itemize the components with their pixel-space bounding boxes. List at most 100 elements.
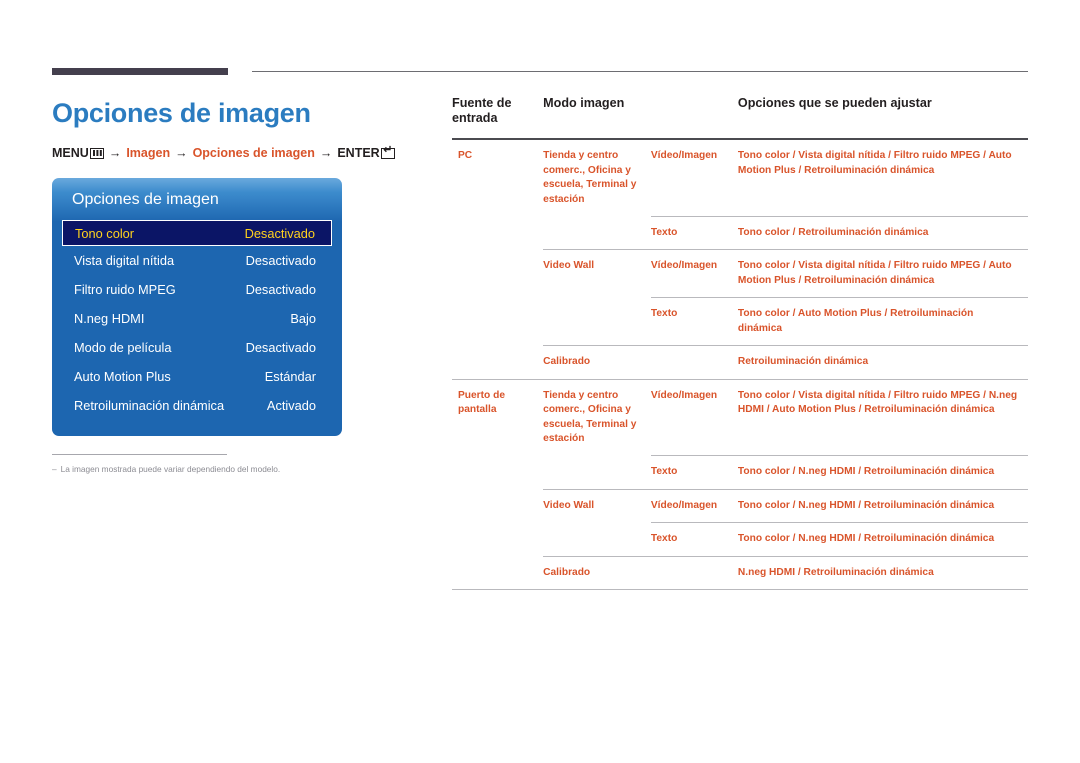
cell-input-source (452, 250, 543, 298)
cell-options: Tono color / Vista digital nítida / Filt… (737, 378, 1028, 456)
table-body: PC Tienda y centro comerc., Oficina y esc… (452, 139, 1028, 590)
cell-picture-mode: Video Wall (543, 488, 651, 523)
breadcrumb-step-imagen: Imagen (126, 146, 171, 160)
cell-options: Retroiluminación dinámica (737, 345, 1028, 379)
breadcrumb-arrow-3: → (319, 146, 333, 160)
osd-item-value: Desactivado (245, 253, 316, 268)
page-title: Opciones de imagen (52, 98, 311, 128)
cell-content-type: Vídeo/Imagen (650, 488, 738, 523)
adjustable-options-table: Fuente de entrada Modo imagen Opciones q… (452, 96, 1028, 590)
header-rule-thin (252, 71, 1028, 72)
table-row: Calibrado Retroiluminación dinámica (452, 345, 1028, 380)
osd-item-label: Filtro ruido MPEG (74, 282, 176, 297)
breadcrumb-arrow-2: → (175, 146, 188, 160)
table-row: Video Wall Vídeo/Imagen Tono color / N.neg… (452, 488, 1028, 523)
cell-content-type: Texto (650, 455, 738, 489)
cell-input-source (452, 556, 544, 590)
table-head: Fuente de entrada Modo imagen Opciones q… (452, 96, 1028, 139)
menu-bars-icon (89, 147, 104, 159)
cell-options: Tono color / Vista digital nítida / Filt… (737, 150, 1012, 176)
left-column: Opciones de imagen MENU → Imagen → Opcio… (52, 96, 402, 475)
enter-return-icon (380, 145, 395, 159)
breadcrumb-step-opciones: Opciones de imagen (192, 146, 315, 160)
footnote-text: La imagen mostrada puede variar dependie… (60, 464, 281, 474)
table-row: Video Wall Vídeo/Imagen Tono color / Vista… (452, 249, 1028, 298)
table-row: Calibrado N.neg HDMI / Retroiluminación d… (452, 555, 1028, 590)
cell-input-source (452, 216, 543, 250)
cell-picture-mode (543, 216, 651, 250)
cell-picture-mode: Tienda y centro comerc., Oficina y escue… (543, 150, 637, 205)
table-header-row: Fuente de entrada Modo imagen Opciones q… (452, 96, 1028, 139)
osd-item-label: Vista digital nítida (74, 253, 175, 268)
cell-content-type: Texto (650, 215, 738, 250)
cell-picture-mode (543, 456, 651, 490)
cell-picture-mode: Video Wall (543, 249, 651, 298)
column-header-picture-mode: Modo imagen (543, 96, 625, 110)
cell-input-source (452, 489, 543, 523)
breadcrumb-arrow-1: → (108, 146, 122, 160)
osd-item-value: Bajo (290, 311, 316, 326)
osd-row-list: Tono color Desactivado Vista digital nítid… (52, 220, 342, 420)
footnote-block: – La imagen mostrada puede variar depend… (52, 454, 280, 475)
cell-content-type: Texto (650, 522, 738, 556)
footnote-rule (52, 454, 227, 455)
osd-panel-title: Opciones de imagen (72, 191, 219, 208)
footnote: – La imagen mostrada puede variar depend… (52, 463, 280, 475)
osd-item-label: Retroiluminación dinámica (74, 398, 225, 413)
osd-item-5[interactable]: Auto Motion Plus Estándar (52, 362, 342, 391)
breadcrumb: MENU → Imagen → Opciones de imagen → ENT… (52, 145, 402, 160)
osd-item-4[interactable]: Modo de película Desactivado (52, 333, 342, 362)
osd-item-label: Auto Motion Plus (74, 369, 171, 384)
cell-input-source (452, 346, 543, 380)
header-rule-thick (52, 68, 228, 75)
cell-input-source: Puerto de pantalla (452, 378, 544, 456)
osd-item-label: Modo de película (74, 340, 172, 355)
table-row: Texto Tono color / Retroiluminación dinám… (452, 215, 1028, 250)
osd-item-value: Activado (266, 398, 316, 413)
cell-options: Tono color / Vista digital nítida / Filt… (737, 249, 1028, 298)
osd-item-3[interactable]: N.neg HDMI Bajo (52, 304, 342, 333)
table-row: Texto Tono color / N.neg HDMI / Retroilum… (452, 522, 1028, 557)
osd-item-value: Estándar (264, 369, 316, 384)
footnote-dash: – (52, 464, 57, 474)
column-header-options: Opciones que se pueden ajustar (737, 96, 932, 110)
osd-item-value: Desactivado (245, 282, 316, 297)
cell-options: Tono color / N.neg HDMI / Retroiluminaci… (737, 488, 1028, 523)
cell-picture-mode: Calibrado (543, 345, 651, 379)
column-header-input-source: Fuente de entrada (452, 96, 512, 125)
osd-item-value: Desactivado (244, 225, 315, 241)
cell-content-type: Vídeo/Imagen (650, 249, 738, 298)
breadcrumb-enter-label: ENTER (337, 146, 380, 160)
cell-picture-mode (543, 523, 651, 557)
cell-content-type: Vídeo/Imagen (650, 150, 718, 161)
cell-content-type: Vídeo/Imagen (650, 378, 738, 456)
column-header-content-type (651, 96, 738, 139)
cell-options: Tono color / N.neg HDMI / Retroiluminaci… (737, 522, 1028, 556)
osd-item-1[interactable]: Vista digital nítida Desactivado (52, 246, 342, 275)
osd-item-label: N.neg HDMI (74, 311, 145, 326)
cell-input-source (452, 456, 543, 490)
cell-content-type (650, 345, 738, 379)
table-row: PC Tienda y centro comerc., Oficina y esc… (452, 139, 1028, 216)
cell-options: Tono color / Retroiluminación dinámica (737, 215, 1028, 250)
osd-item-value: Desactivado (245, 340, 316, 355)
cell-options: Tono color / N.neg HDMI / Retroiluminaci… (737, 455, 1028, 489)
table-row: Texto Tono color / N.neg HDMI / Retroilum… (452, 455, 1028, 490)
cell-options: N.neg HDMI / Retroiluminación dinámica (737, 555, 1028, 590)
cell-content-type (650, 555, 738, 590)
table-row: Texto Tono color / Auto Motion Plus / Ret… (452, 297, 1028, 346)
cell-picture-mode: Calibrado (543, 555, 651, 590)
breadcrumb-menu-label: MENU (52, 146, 89, 160)
osd-item-0[interactable]: Tono color Desactivado (62, 220, 332, 246)
cell-picture-mode (543, 298, 651, 346)
table-row: Puerto de pantalla Tienda y centro comerc… (452, 378, 1028, 456)
cell-options: Tono color / Auto Motion Plus / Retroilu… (737, 297, 1028, 346)
osd-item-6[interactable]: Retroiluminación dinámica Activado (52, 391, 342, 420)
osd-item-2[interactable]: Filtro ruido MPEG Desactivado (52, 275, 342, 304)
osd-item-label: Tono color (75, 225, 135, 241)
cell-input-source (452, 523, 543, 557)
cell-input-source: PC (458, 150, 473, 161)
cell-content-type: Texto (650, 297, 738, 346)
cell-picture-mode: Tienda y centro comerc., Oficina y escue… (543, 378, 651, 456)
osd-menu-panel: Opciones de imagen Tono color Desactivado… (52, 178, 342, 436)
